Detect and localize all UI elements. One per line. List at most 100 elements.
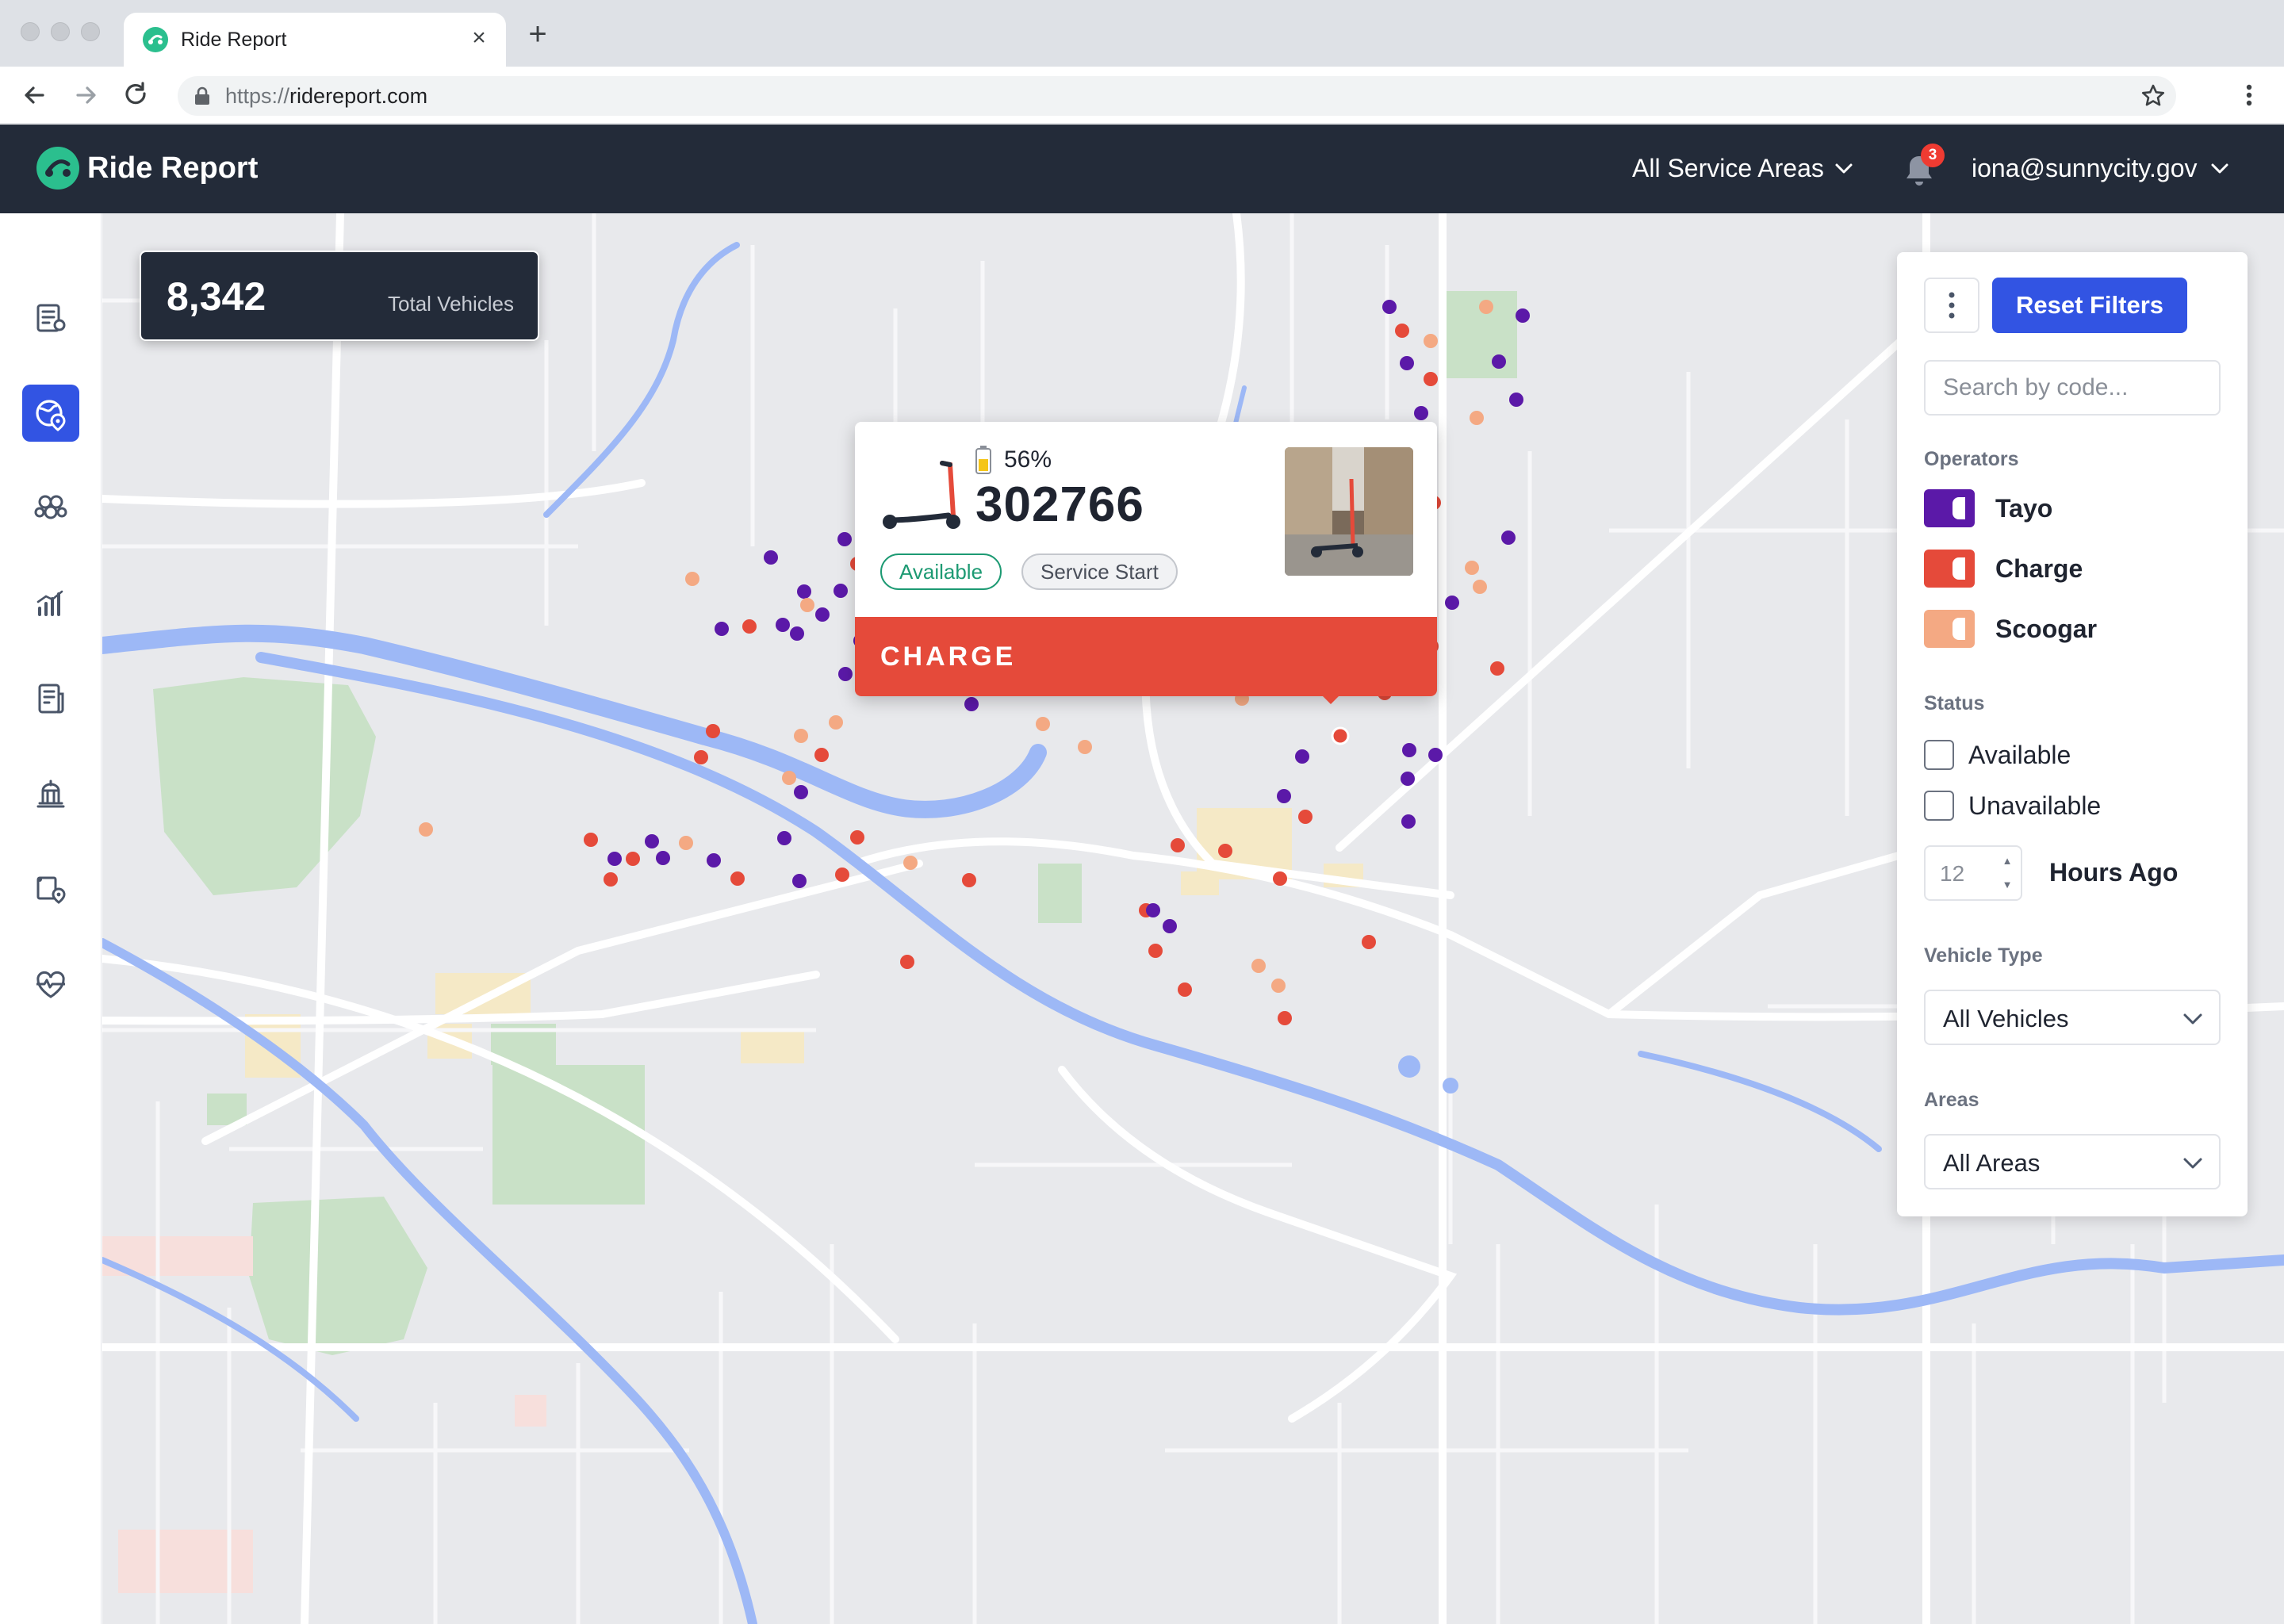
vehicle-dot[interactable] bbox=[1078, 740, 1092, 754]
vehicle-dot[interactable] bbox=[685, 572, 699, 586]
bookmark-star-icon[interactable] bbox=[2140, 82, 2167, 109]
vehicle-dot[interactable] bbox=[742, 619, 757, 634]
vehicle-dot[interactable] bbox=[1509, 393, 1523, 407]
vehicle-dot[interactable] bbox=[1362, 935, 1376, 949]
operator-toggle-scoogar[interactable]: Scoogar bbox=[1924, 609, 2097, 649]
selected-vehicle-dot[interactable] bbox=[1331, 726, 1350, 745]
vehicle-dot[interactable] bbox=[679, 836, 693, 850]
vehicle-dot[interactable] bbox=[1271, 979, 1286, 993]
stepper-up-icon[interactable]: ▲ bbox=[2000, 852, 2014, 871]
status-available-option[interactable]: Available bbox=[1924, 737, 2071, 772]
vehicle-dot[interactable] bbox=[1402, 743, 1416, 757]
vehicle-type-select[interactable]: All Vehicles bbox=[1924, 990, 2221, 1045]
vehicle-dot[interactable] bbox=[1414, 406, 1428, 420]
vehicle-dot[interactable] bbox=[777, 831, 791, 845]
vehicle-dot[interactable] bbox=[1178, 982, 1192, 997]
stepper-down-icon[interactable]: ▼ bbox=[2000, 875, 2014, 894]
vehicle-dot[interactable] bbox=[656, 851, 670, 865]
vehicle-dot[interactable] bbox=[1424, 372, 1438, 386]
vehicle-dot[interactable] bbox=[707, 853, 721, 868]
vehicle-dot[interactable] bbox=[850, 830, 864, 845]
back-arrow-icon[interactable] bbox=[17, 78, 52, 113]
vehicle-dot[interactable] bbox=[1036, 717, 1050, 731]
more-options-button[interactable] bbox=[1924, 278, 1979, 333]
areas-select[interactable]: All Areas bbox=[1924, 1134, 2221, 1189]
vehicle-dot[interactable] bbox=[607, 852, 622, 866]
vehicle-dot[interactable] bbox=[1479, 300, 1493, 314]
sidebar-item-map[interactable] bbox=[22, 385, 79, 442]
vehicle-dot[interactable] bbox=[794, 729, 808, 743]
window-close-dot[interactable] bbox=[21, 22, 40, 41]
window-minimize-dot[interactable] bbox=[51, 22, 70, 41]
vehicle-dot[interactable] bbox=[1490, 661, 1504, 676]
available-checkbox[interactable] bbox=[1924, 740, 1954, 770]
unavailable-checkbox[interactable] bbox=[1924, 791, 1954, 821]
reload-icon[interactable] bbox=[119, 78, 154, 113]
sidebar-item-policy[interactable] bbox=[22, 765, 79, 822]
new-tab-button[interactable]: + bbox=[523, 18, 552, 50]
vehicle-dot[interactable] bbox=[1401, 814, 1416, 829]
service-area-select[interactable]: All Service Areas bbox=[1632, 150, 1854, 186]
vehicle-dot[interactable] bbox=[645, 834, 659, 848]
browser-menu-icon[interactable] bbox=[2235, 81, 2263, 109]
sidebar-item-health[interactable] bbox=[22, 956, 79, 1013]
vehicle-dot[interactable] bbox=[730, 871, 745, 886]
sidebar-item-analytics[interactable] bbox=[22, 575, 79, 632]
vehicle-dot[interactable] bbox=[1382, 300, 1397, 314]
vehicle-dot[interactable] bbox=[964, 697, 979, 711]
status-unavailable-option[interactable]: Unavailable bbox=[1924, 788, 2101, 823]
vehicle-dot[interactable] bbox=[782, 771, 796, 785]
vehicle-dot[interactable] bbox=[1163, 919, 1177, 933]
vehicle-dot[interactable] bbox=[814, 748, 829, 762]
search-input[interactable] bbox=[1924, 360, 2221, 416]
vehicle-dot[interactable] bbox=[792, 874, 807, 888]
vehicle-dot[interactable] bbox=[764, 550, 778, 565]
toggle-switch[interactable] bbox=[1924, 489, 1975, 527]
vehicle-dot[interactable] bbox=[1146, 903, 1160, 917]
vehicle-dot[interactable] bbox=[834, 584, 848, 598]
vehicle-dot[interactable] bbox=[797, 584, 811, 599]
vehicle-dot[interactable] bbox=[626, 852, 640, 866]
sidebar-item-routes[interactable] bbox=[22, 860, 79, 917]
vehicle-dot[interactable] bbox=[1278, 1011, 1292, 1025]
vehicle-dot[interactable] bbox=[829, 715, 843, 730]
browser-tab[interactable]: Ride Report × bbox=[124, 13, 506, 67]
brand-name[interactable]: Ride Report bbox=[87, 150, 258, 186]
vehicle-dot[interactable] bbox=[1273, 871, 1287, 886]
vehicle-dot[interactable] bbox=[1424, 334, 1438, 348]
vehicle-dot[interactable] bbox=[1470, 411, 1484, 425]
vehicle-dot[interactable] bbox=[1401, 772, 1415, 786]
window-zoom-dot[interactable] bbox=[81, 22, 100, 41]
vehicle-dot[interactable] bbox=[962, 873, 976, 887]
vehicle-dot[interactable] bbox=[1501, 530, 1516, 545]
address-bar[interactable]: https://ridereport.com bbox=[178, 76, 2176, 116]
vehicle-dot[interactable] bbox=[1277, 789, 1291, 803]
vehicle-popup[interactable]: 56% 302766 Available Service Start CHARG… bbox=[855, 422, 1437, 704]
tab-close-icon[interactable]: × bbox=[465, 24, 493, 52]
user-menu[interactable]: iona@sunnycity.gov bbox=[1972, 150, 2230, 186]
vehicle-dot[interactable] bbox=[903, 856, 918, 870]
vehicle-dot[interactable] bbox=[837, 532, 852, 546]
vehicle-dot[interactable] bbox=[1218, 844, 1232, 858]
vehicle-dot[interactable] bbox=[604, 872, 618, 887]
vehicle-dot[interactable] bbox=[838, 667, 853, 681]
reset-filters-button[interactable]: Reset Filters bbox=[1992, 278, 2187, 333]
vehicle-dot[interactable] bbox=[1395, 324, 1409, 338]
vehicle-dot[interactable] bbox=[1428, 748, 1443, 762]
vehicle-dot[interactable] bbox=[835, 868, 849, 882]
vehicle-dot[interactable] bbox=[694, 750, 708, 764]
vehicle-dot[interactable] bbox=[1400, 356, 1414, 370]
vehicle-dot[interactable] bbox=[790, 626, 804, 641]
vehicle-dot[interactable] bbox=[584, 833, 598, 847]
toggle-switch[interactable] bbox=[1924, 550, 1975, 588]
sidebar-item-hexbins[interactable] bbox=[22, 480, 79, 537]
toggle-switch[interactable] bbox=[1924, 610, 1975, 648]
vehicle-dot[interactable] bbox=[776, 618, 790, 632]
vehicle-photo[interactable] bbox=[1285, 447, 1413, 576]
vehicle-dot[interactable] bbox=[1473, 580, 1487, 594]
vehicle-dot[interactable] bbox=[1171, 838, 1185, 852]
vehicle-dot[interactable] bbox=[815, 607, 830, 622]
vehicle-dot[interactable] bbox=[794, 785, 808, 799]
vehicle-dot[interactable] bbox=[419, 822, 433, 837]
vehicle-dot[interactable] bbox=[1492, 354, 1506, 369]
